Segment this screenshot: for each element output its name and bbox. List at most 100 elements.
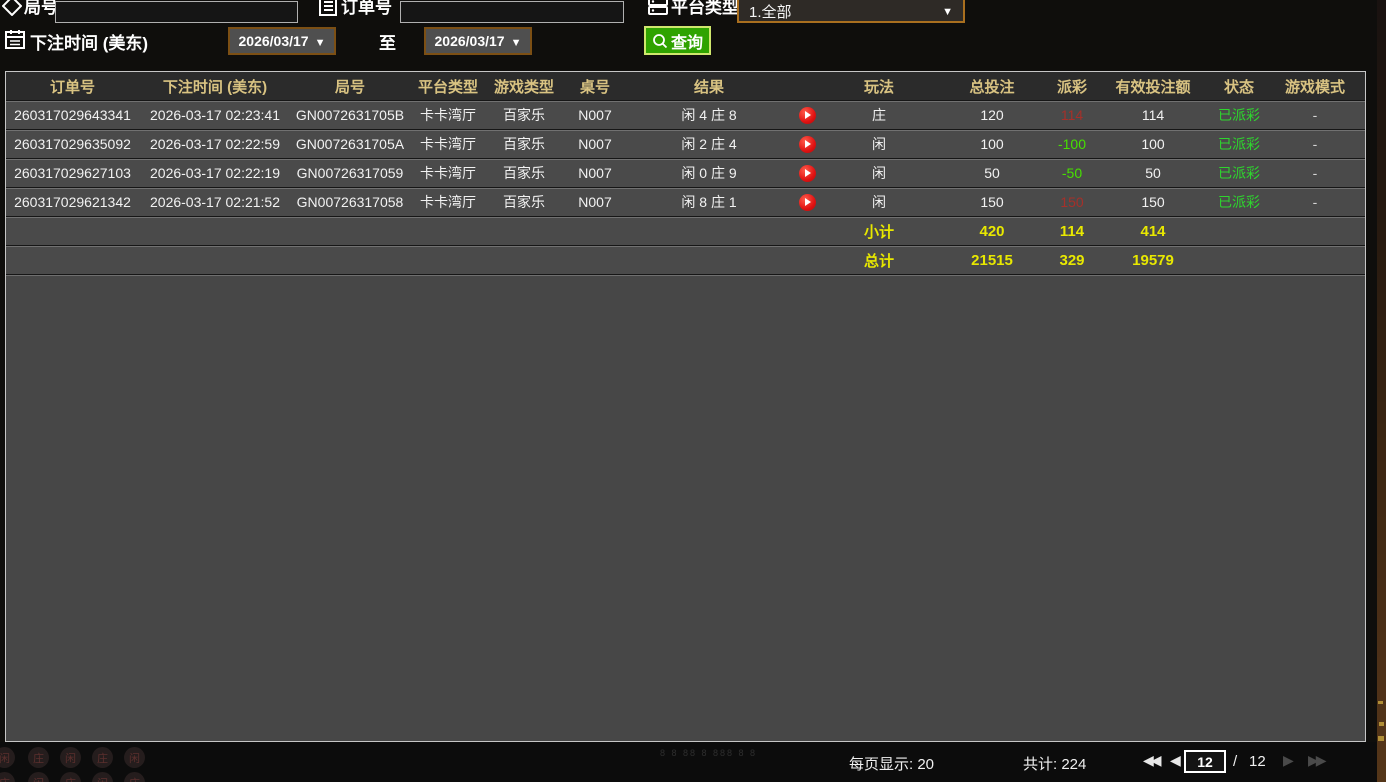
first-page-button[interactable] bbox=[1143, 752, 1159, 769]
background-chip: 闲 bbox=[60, 747, 81, 768]
subtotal-payout: 114 bbox=[1059, 222, 1085, 240]
date-from-picker[interactable]: 2026/03/17 bbox=[228, 27, 336, 55]
calendar-icon bbox=[5, 30, 25, 49]
valid-bet-cell: 100 bbox=[1141, 136, 1165, 152]
subtotal-label: 小计 bbox=[863, 223, 894, 241]
chevron-down-icon bbox=[511, 33, 522, 49]
platform-cell: 卡卡湾厅 bbox=[420, 107, 476, 123]
col-header-bet: 总投注 bbox=[969, 78, 1015, 96]
platform-type-label: 平台类型 bbox=[671, 0, 739, 17]
result-cell: 闲 0 庄 9 bbox=[681, 165, 737, 181]
mode-cell: - bbox=[1312, 107, 1318, 123]
round-number-label: 局号 bbox=[24, 0, 58, 17]
order-list-icon bbox=[319, 0, 337, 16]
mode-cell: - bbox=[1312, 165, 1318, 181]
col-header-status: 状态 bbox=[1223, 78, 1254, 96]
order-cell: 260317029621342 bbox=[14, 194, 131, 210]
background-chip: 庄 bbox=[28, 747, 49, 768]
order-number-input[interactable] bbox=[400, 1, 624, 23]
payout-cell: 114 bbox=[1060, 107, 1084, 123]
order-cell: 260317029635092 bbox=[14, 136, 131, 152]
table-row: 260317029635092 2026-03-17 02:22:59 GN00… bbox=[6, 130, 1365, 159]
page-number-input[interactable] bbox=[1184, 750, 1226, 773]
play-type-cell: 闲 bbox=[872, 194, 886, 210]
game-cell: 百家乐 bbox=[503, 136, 545, 152]
col-header-time: 下注时间 (美东) bbox=[162, 78, 268, 96]
mode-cell: - bbox=[1312, 194, 1318, 210]
result-cell: 闲 8 庄 1 bbox=[681, 194, 737, 210]
page-separator: / bbox=[1233, 753, 1238, 770]
diamond-icon bbox=[2, 0, 22, 16]
time-cell: 2026-03-17 02:21:52 bbox=[150, 194, 280, 210]
table-no-cell: N007 bbox=[578, 107, 612, 123]
order-cell: 260317029643341 bbox=[14, 107, 131, 123]
search-button-label: 查询 bbox=[670, 34, 703, 52]
round-number-input[interactable] bbox=[55, 1, 298, 23]
col-header-platform: 平台类型 bbox=[417, 78, 478, 96]
play-type-cell: 闲 bbox=[872, 165, 886, 181]
background-scoreboard-digits: 8 8 88 8 888 8 8 bbox=[660, 748, 758, 758]
subtotal-valid: 414 bbox=[1140, 222, 1166, 240]
subtotal-row: 小计 420 114 414 bbox=[6, 217, 1365, 246]
play-type-cell: 庄 bbox=[872, 107, 886, 123]
chevron-down-icon bbox=[315, 33, 326, 49]
background-game-edge bbox=[1377, 0, 1386, 782]
next-page-button[interactable] bbox=[1283, 752, 1294, 769]
table-no-cell: N007 bbox=[578, 194, 612, 210]
platform-type-select[interactable]: 1.全部 bbox=[737, 0, 965, 23]
date-to-value: 2026/03/17 bbox=[434, 33, 505, 49]
chevron-down-icon bbox=[942, 2, 953, 19]
payout-cell: -50 bbox=[1061, 165, 1083, 181]
replay-play-icon[interactable] bbox=[798, 193, 816, 211]
col-header-table: 桌号 bbox=[579, 78, 610, 96]
date-to-label: 至 bbox=[379, 34, 396, 53]
replay-play-icon[interactable] bbox=[798, 106, 816, 124]
total-pages-label: 12 bbox=[1249, 753, 1266, 770]
bet-cell: 100 bbox=[980, 136, 1004, 152]
time-cell: 2026-03-17 02:23:41 bbox=[150, 107, 280, 123]
col-header-play: 玩法 bbox=[863, 78, 894, 96]
table-row: 260317029643341 2026-03-17 02:23:41 GN00… bbox=[6, 101, 1365, 130]
table-row: 260317029627103 2026-03-17 02:22:19 GN00… bbox=[6, 159, 1365, 188]
platform-stack-icon bbox=[648, 0, 668, 15]
col-header-game: 游戏类型 bbox=[493, 78, 554, 96]
date-to-picker[interactable]: 2026/03/17 bbox=[424, 27, 532, 55]
table-header-row: 订单号 下注时间 (美东) 局号 平台类型 游戏类型 桌号 结果 玩法 总投注 … bbox=[6, 72, 1365, 101]
search-icon bbox=[653, 33, 668, 48]
replay-play-icon[interactable] bbox=[798, 135, 816, 153]
replay-play-icon[interactable] bbox=[798, 164, 816, 182]
time-cell: 2026-03-17 02:22:59 bbox=[150, 136, 280, 152]
platform-cell: 卡卡湾厅 bbox=[420, 194, 476, 210]
order-cell: 260317029627103 bbox=[14, 165, 131, 181]
subtotal-bet: 420 bbox=[979, 222, 1005, 240]
background-chip: 庄 bbox=[92, 747, 113, 768]
valid-bet-cell: 150 bbox=[1141, 194, 1165, 210]
last-page-button[interactable] bbox=[1308, 752, 1324, 769]
platform-type-selected-value: 1.全部 bbox=[749, 4, 792, 21]
round-cell: GN00726317059 bbox=[296, 165, 404, 181]
status-badge: 已派彩 bbox=[1218, 136, 1260, 152]
prev-page-button[interactable] bbox=[1170, 752, 1181, 769]
round-cell: GN0072631705B bbox=[295, 107, 405, 123]
platform-cell: 卡卡湾厅 bbox=[420, 136, 476, 152]
order-number-label: 订单号 bbox=[341, 0, 392, 17]
per-page-label: 每页显示: 20 bbox=[849, 756, 935, 773]
search-button[interactable]: 查询 bbox=[644, 26, 711, 55]
total-row: 总计 21515 329 19579 bbox=[6, 246, 1365, 275]
col-header-mode: 游戏模式 bbox=[1284, 78, 1345, 96]
valid-bet-cell: 50 bbox=[1145, 165, 1161, 181]
platform-cell: 卡卡湾厅 bbox=[420, 165, 476, 181]
bet-time-label: 下注时间 (美东) bbox=[30, 34, 149, 53]
total-bet: 21515 bbox=[971, 251, 1013, 269]
payout-cell: -100 bbox=[1057, 136, 1087, 152]
table-empty-area bbox=[6, 275, 1365, 741]
col-header-valid: 有效投注额 bbox=[1115, 78, 1191, 96]
table-row: 260317029621342 2026-03-17 02:21:52 GN00… bbox=[6, 188, 1365, 217]
total-count-label: 共计: 224 bbox=[1023, 756, 1087, 773]
game-cell: 百家乐 bbox=[503, 107, 545, 123]
bet-cell: 120 bbox=[980, 107, 1004, 123]
mode-cell: - bbox=[1312, 136, 1318, 152]
col-header-result: 结果 bbox=[693, 78, 724, 96]
valid-bet-cell: 114 bbox=[1141, 107, 1165, 123]
total-payout: 329 bbox=[1059, 251, 1085, 269]
